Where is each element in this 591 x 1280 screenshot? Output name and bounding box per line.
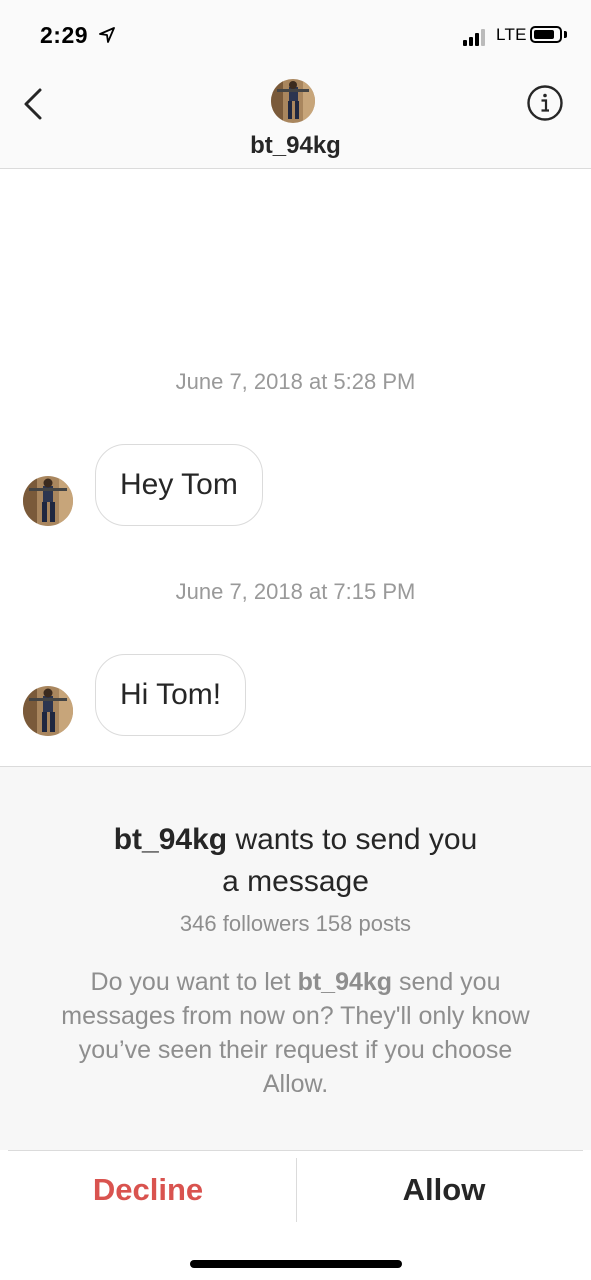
- status-time: 2:29: [40, 22, 89, 48]
- allow-button[interactable]: Allow: [297, 1158, 591, 1222]
- home-indicator[interactable]: [190, 1260, 402, 1268]
- signal-icon: [463, 28, 491, 46]
- decline-button[interactable]: Decline: [0, 1158, 296, 1222]
- status-bar: 2:29 LTE: [0, 0, 591, 62]
- message-bubble[interactable]: Hi Tom!: [95, 654, 247, 736]
- message-timestamp: June 7, 2018 at 7:15 PM: [175, 579, 416, 604]
- chat-username[interactable]: bt_94kg: [0, 132, 591, 160]
- request-title: bt_94kg wants to send you a message: [40, 819, 551, 903]
- avatar[interactable]: [23, 686, 73, 736]
- message-request-panel: bt_94kg wants to send you a message 346 f…: [0, 766, 591, 1150]
- request-body-prefix: Do you want to let: [90, 968, 298, 996]
- location-arrow-icon: [99, 27, 115, 43]
- divider: [8, 1150, 583, 1151]
- network-label: LTE: [496, 25, 527, 44]
- battery-icon: [530, 26, 562, 43]
- chevron-left-icon[interactable]: [16, 84, 50, 124]
- message-timestamp: June 7, 2018 at 5:28 PM: [175, 369, 416, 394]
- avatar[interactable]: [271, 79, 315, 123]
- request-username: bt_94kg: [113, 823, 228, 856]
- message-bubble[interactable]: Hey Tom: [95, 444, 263, 526]
- request-title-suffix: wants to send you: [227, 823, 478, 856]
- request-stats: 346 followers 158 posts: [179, 911, 412, 936]
- request-description: Do you want to let bt_94kg send you mess…: [50, 965, 541, 1101]
- avatar[interactable]: [23, 476, 73, 526]
- chat-header: bt_94kg: [0, 62, 591, 169]
- info-circle-icon[interactable]: [526, 84, 564, 122]
- request-body-username: bt_94kg: [297, 968, 393, 996]
- request-title-line2: a message: [222, 865, 369, 898]
